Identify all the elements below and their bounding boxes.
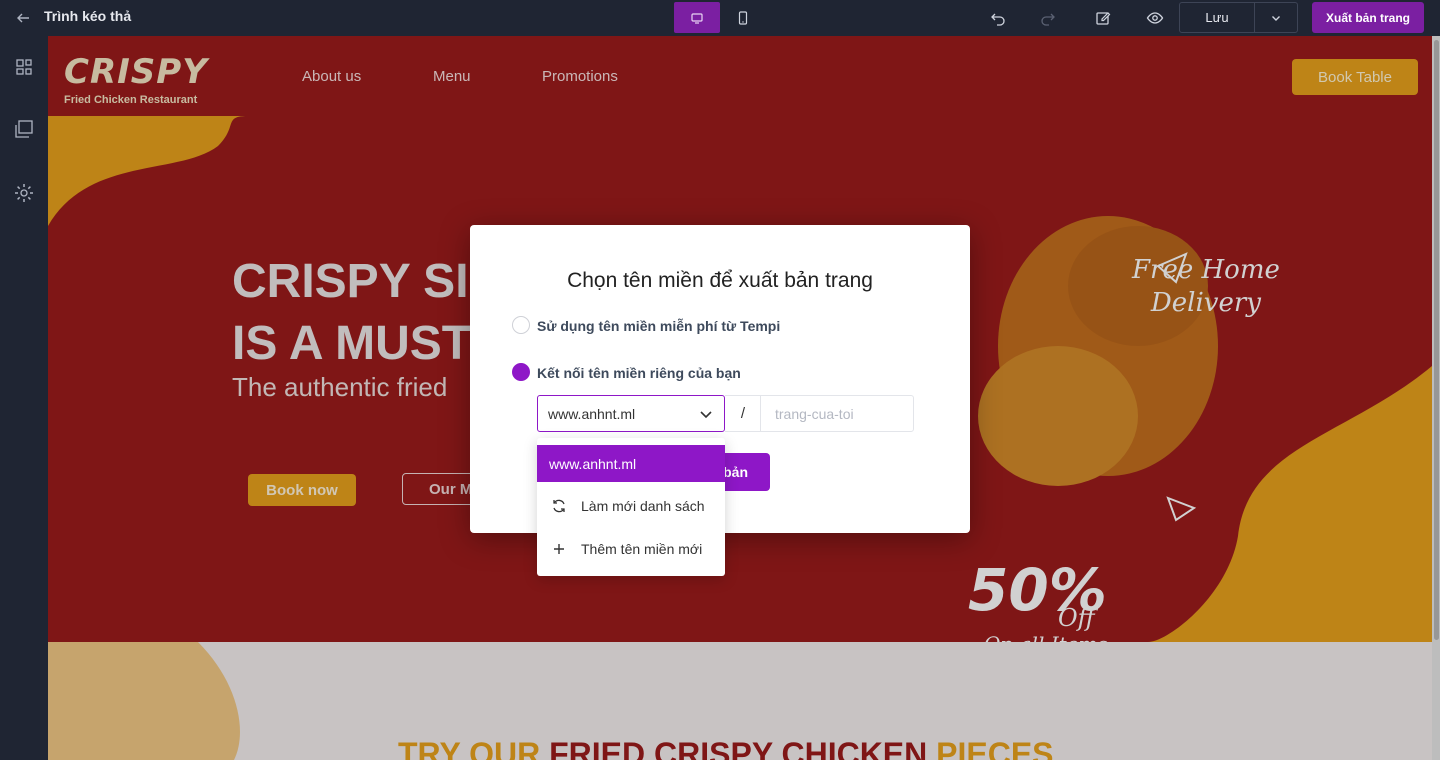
radio-custom-domain[interactable] [512,363,530,381]
plus-icon [554,544,564,554]
refresh-icon [553,499,565,513]
refresh-list-label: Làm mới danh sách [581,498,705,514]
domain-option-selected[interactable]: www.anhnt.ml [537,445,725,482]
save-button[interactable]: Lưu [1179,2,1255,33]
top-bar: Trình kéo thả Lưu Xuất bản trang [0,0,1440,36]
desktop-icon [691,12,703,24]
domain-dropdown-menu: www.anhnt.ml Làm mới danh sách Thêm tên … [537,438,725,576]
save-options-button[interactable] [1254,2,1298,33]
domain-select-value: www.anhnt.ml [548,406,636,422]
radio-free-domain-label[interactable]: Sử dụng tên miền miễn phí từ Tempi [537,318,780,334]
undo-button[interactable] [987,7,1009,29]
chevron-down-icon [700,411,712,419]
left-toolbar [0,36,48,760]
publish-button[interactable]: Xuất bản trang [1312,2,1424,33]
add-domain-label: Thêm tên miền mới [581,541,703,557]
page-path-input[interactable] [760,395,914,432]
refresh-list-option[interactable]: Làm mới danh sách [537,486,725,526]
pages-icon[interactable] [13,118,35,140]
radio-custom-domain-label[interactable]: Kết nối tên miền riêng của bạn [537,365,741,381]
add-domain-option[interactable]: Thêm tên miền mới [537,529,725,569]
redo-icon [1041,13,1055,26]
edit-button[interactable] [1092,7,1114,29]
edit-icon [1096,12,1111,25]
editor-title: Trình kéo thả [44,8,132,24]
domain-select[interactable]: www.anhnt.ml [537,395,725,432]
back-arrow-icon[interactable] [14,9,32,27]
chevron-down-icon [1272,15,1280,21]
redo-button[interactable] [1037,7,1059,29]
mobile-view-button[interactable] [720,2,766,33]
radio-free-domain[interactable] [512,316,530,334]
mobile-icon [738,10,748,25]
modal-title: Chọn tên miền để xuất bản trang [567,269,873,292]
settings-gear-icon[interactable] [13,182,35,204]
path-separator: / [725,395,761,432]
preview-button[interactable] [1144,7,1166,29]
undo-icon [991,13,1005,26]
eye-icon [1146,12,1164,24]
blocks-icon[interactable] [13,56,35,78]
desktop-view-button[interactable] [674,2,720,33]
